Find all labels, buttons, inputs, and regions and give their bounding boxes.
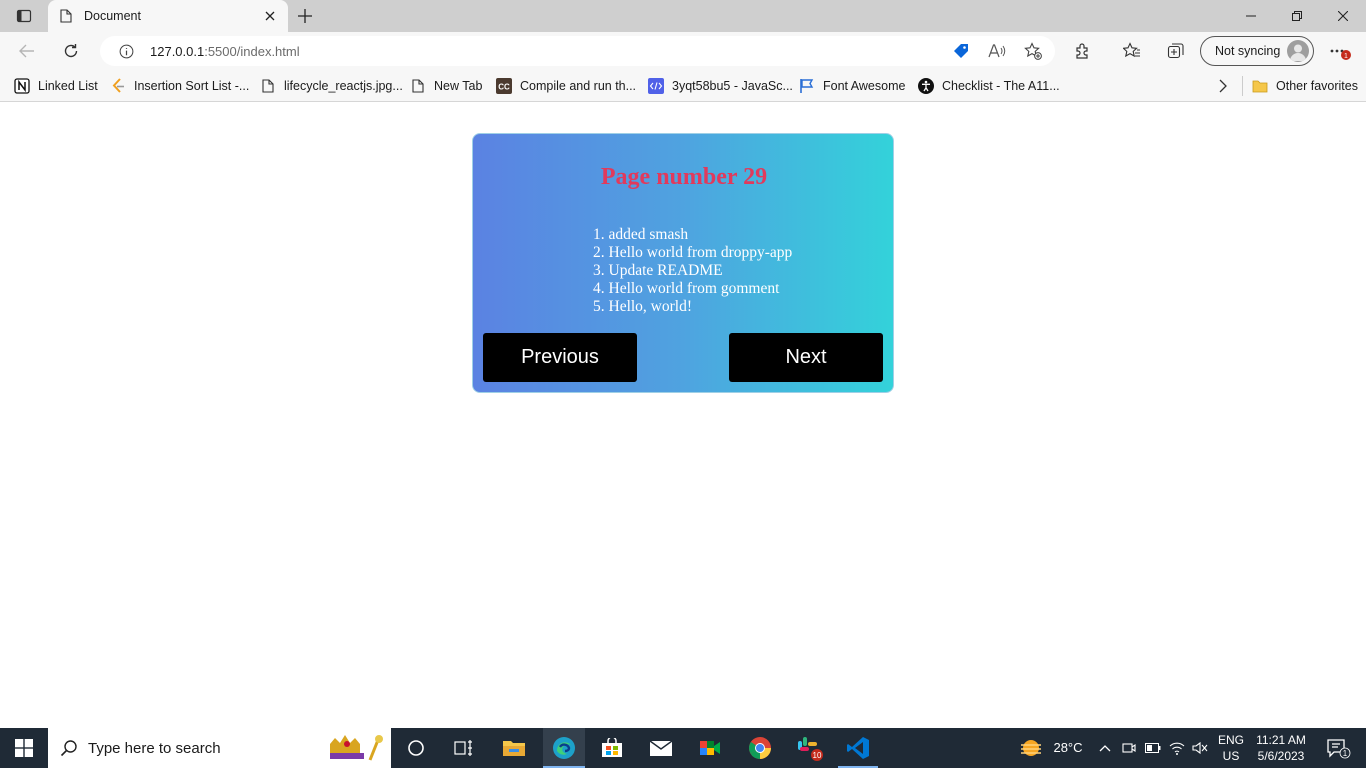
browser-toolbar: 127.0.0.1:5500/index.html Not syncing 1 [0, 32, 1366, 70]
code-icon [648, 78, 664, 94]
list-item: 2. Hello world from droppy-app [593, 244, 793, 261]
restore-icon[interactable] [1274, 0, 1320, 32]
list-item: 4. Hello world from gomment [593, 280, 780, 297]
weather-icon[interactable] [1016, 728, 1046, 768]
document-icon [58, 8, 74, 24]
task-view-icon[interactable] [444, 728, 484, 768]
extensions-icon[interactable] [1068, 36, 1098, 66]
meet-now-icon[interactable] [1119, 728, 1139, 768]
settings-more-icon[interactable]: 1 [1324, 36, 1354, 66]
back-icon[interactable] [12, 36, 42, 66]
store-icon[interactable] [592, 728, 632, 768]
favorite-compile-run[interactable]: CC Compile and run th... [496, 76, 636, 96]
accessibility-icon [918, 78, 934, 94]
other-favorites[interactable]: Other favorites [1252, 76, 1358, 96]
language-indicator[interactable]: ENG US [1214, 728, 1248, 768]
close-window-icon[interactable] [1320, 0, 1366, 32]
cc-icon: CC [496, 78, 512, 94]
notion-icon [14, 78, 30, 94]
favorites-divider [1242, 76, 1243, 96]
address-bar[interactable]: 127.0.0.1:5500/index.html [100, 36, 1055, 66]
favorite-lifecycle-reactjs[interactable]: lifecycle_reactjs.jpg... [260, 76, 403, 96]
pagination-card: Page number 29 1. added smash 2. Hello w… [472, 133, 894, 393]
url-path: :5500/index.html [204, 43, 300, 59]
read-aloud-icon[interactable] [983, 39, 1011, 63]
notification-badge: 1 [1344, 53, 1348, 60]
notification-center-icon[interactable]: 1 [1318, 728, 1358, 768]
favorite-font-awesome[interactable]: Font Awesome [799, 76, 905, 96]
notification-center-badge: 1 [1343, 749, 1348, 758]
window-controls [1228, 0, 1366, 32]
url-host: 127.0.0.1 [150, 43, 205, 59]
meet-icon[interactable] [690, 728, 730, 768]
close-tab-icon[interactable] [262, 8, 278, 24]
svg-text:CC: CC [498, 83, 510, 92]
favorite-new-tab[interactable]: New Tab [410, 76, 482, 96]
sync-label: Not syncing [1215, 44, 1281, 58]
weather-temperature[interactable]: 28°C [1048, 728, 1088, 768]
file-explorer-icon[interactable] [494, 728, 534, 768]
tab-actions-icon[interactable] [8, 4, 40, 28]
refresh-icon[interactable] [56, 36, 86, 66]
page-icon [410, 78, 426, 94]
profile-sync-button[interactable]: Not syncing [1200, 36, 1314, 66]
page-title: Page number 29 [600, 164, 768, 190]
mail-icon[interactable] [641, 728, 681, 768]
avatar [1287, 40, 1309, 62]
battery-icon[interactable] [1143, 728, 1163, 768]
chrome-icon[interactable] [740, 728, 780, 768]
list-item: 1. added smash [593, 226, 689, 243]
browser-tab[interactable]: Document [48, 0, 288, 32]
search-icon [60, 739, 78, 757]
search-highlight-icon [326, 730, 386, 768]
cortana-icon[interactable] [396, 728, 436, 768]
list-item: 5. Hello, world! [593, 298, 693, 315]
edge-taskbar-icon[interactable] [543, 728, 585, 768]
favorites-icon[interactable] [1117, 36, 1147, 66]
vscode-icon[interactable] [838, 728, 878, 768]
add-favorite-icon[interactable] [1019, 39, 1047, 63]
wifi-icon[interactable] [1167, 728, 1187, 768]
tab-strip: Document [0, 0, 1366, 32]
start-windows-icon[interactable] [0, 728, 48, 768]
search-placeholder: Type here to search [88, 739, 221, 757]
favorites-overflow-chevron-icon[interactable] [1218, 76, 1228, 96]
next-button[interactable]: Next [729, 333, 883, 382]
favorite-javascript-snippet[interactable]: 3yqt58bu5 - JavaSc... [648, 76, 793, 96]
collections-icon[interactable] [1161, 36, 1191, 66]
tab-title: Document [84, 9, 141, 23]
folder-icon [1252, 78, 1268, 94]
clock[interactable]: 11:21 AM 5/6/2023 [1252, 728, 1310, 768]
chevron-up-icon[interactable] [1096, 728, 1114, 768]
page-content: Page number 29 1. added smash 2. Hello w… [0, 103, 1366, 728]
clock-time: 11:21 AM [1256, 733, 1306, 747]
favorite-a11y-checklist[interactable]: Checklist - The A11... [918, 76, 1060, 96]
previous-button[interactable]: Previous [483, 333, 637, 382]
flag-icon [799, 78, 815, 94]
commit-list: 1. added smash 2. Hello world from dropp… [593, 226, 792, 316]
favorite-insertion-sort[interactable]: Insertion Sort List -... [110, 76, 249, 96]
list-item: 3. Update README [593, 262, 723, 279]
clock-date: 5/6/2023 [1257, 749, 1305, 763]
taskbar: Type here to search 10 28°C ENG US 11:21… [0, 728, 1366, 768]
leetcode-icon [110, 78, 126, 94]
minimize-icon[interactable] [1228, 0, 1274, 32]
new-tab-button[interactable] [292, 4, 318, 28]
shopping-tag-icon[interactable] [947, 39, 975, 63]
slack-badge: 10 [813, 751, 822, 760]
volume-muted-icon[interactable] [1190, 728, 1210, 768]
taskbar-search-box[interactable]: Type here to search [48, 728, 391, 768]
site-info-icon[interactable] [118, 43, 134, 59]
favorite-linked-list[interactable]: Linked List [14, 76, 98, 96]
page-icon [260, 78, 276, 94]
slack-icon[interactable]: 10 [789, 728, 829, 768]
favorites-bar: Linked List Insertion Sort List -... lif… [0, 70, 1366, 102]
